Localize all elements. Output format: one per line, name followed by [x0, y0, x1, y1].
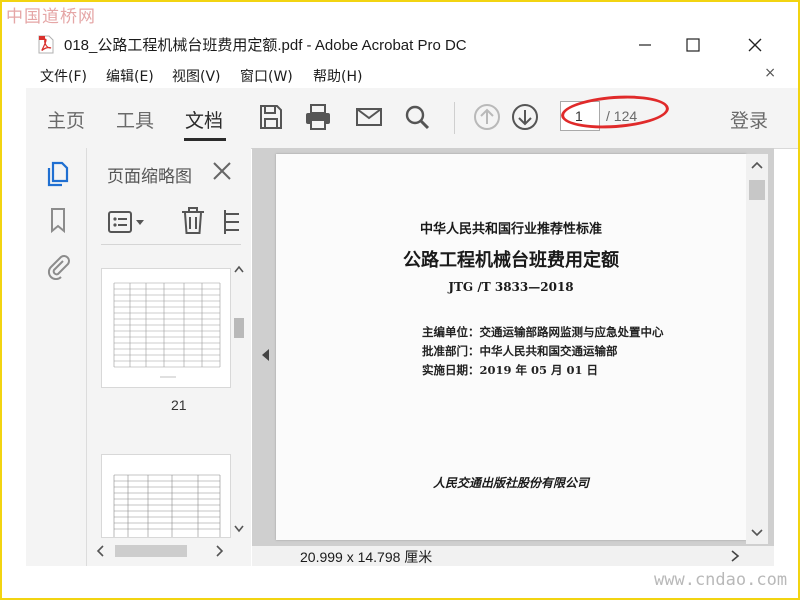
page-tools-icon[interactable] [221, 208, 241, 236]
tab-home[interactable]: 主页 [47, 106, 85, 133]
document-line-editor: 主编单位：交通运输部路网监测与应急处置中心 [422, 325, 664, 339]
close-icon[interactable] [211, 160, 233, 182]
pane-divider [101, 244, 241, 245]
page-thumbnail-22[interactable] [101, 454, 231, 538]
window-title: 018_公路工程机械台班费用定额.pdf - Adobe Acrobat Pro… [64, 37, 467, 54]
page-down-icon[interactable] [510, 102, 540, 132]
title-bar: 018_公路工程机械台班费用定额.pdf - Adobe Acrobat Pro… [26, 28, 800, 62]
options-menu-icon[interactable] [107, 208, 147, 236]
watermark-bottom: www.cndao.com [654, 570, 788, 590]
document-publisher: 人民交通出版社股份有限公司 [432, 476, 589, 490]
tab-document[interactable]: 文档 [185, 106, 223, 133]
delete-icon[interactable] [179, 206, 207, 236]
document-line-approver: 批准部门：中华人民共和国交通运输部 [422, 344, 618, 358]
document-status-bar: 20.999 x 14.798 厘米 [252, 546, 774, 566]
menu-bar: 文件(F) 编辑(E) 视图(V) 窗口(W) 帮助(H) × [26, 62, 800, 88]
minimize-button[interactable] [628, 32, 662, 58]
email-icon[interactable] [354, 102, 384, 132]
page-thumbnails-icon[interactable] [44, 160, 72, 188]
tab-tools[interactable]: 工具 [116, 106, 154, 133]
thumbnail-table-graphic [113, 282, 221, 378]
save-icon[interactable] [256, 102, 286, 132]
maximize-button[interactable] [676, 32, 710, 58]
document-line-date: 实施日期：2019 年 05 月 01 日 [422, 363, 599, 377]
menu-file[interactable]: 文件(F) [40, 66, 87, 86]
menu-view[interactable]: 视图(V) [172, 66, 221, 86]
thumbnail-pane: 页面缩略图 21 [87, 148, 251, 566]
document-vertical-scrollbar[interactable] [746, 154, 768, 544]
thumbnail-page-label: 21 [171, 397, 187, 413]
document-code: JTG /T 3833—2018 [448, 280, 574, 294]
page-size-label: 20.999 x 14.798 厘米 [300, 549, 433, 565]
pdf-file-icon [38, 35, 54, 54]
watermark-top: 中国道桥网 [6, 7, 96, 27]
close-button[interactable] [738, 32, 772, 58]
toolbar-separator [454, 102, 455, 134]
left-navigation-rail [26, 148, 87, 566]
main-toolbar: 主页 工具 文档 1 / 124 登录 [26, 88, 800, 149]
bookmark-icon[interactable] [44, 206, 72, 234]
document-header: 中华人民共和国行业推荐性标准 [419, 222, 602, 237]
page-up-icon[interactable] [472, 102, 502, 132]
menu-window[interactable]: 窗口(W) [240, 66, 293, 86]
pane-vertical-scrollbar[interactable] [230, 262, 248, 538]
collapse-pane-icon[interactable] [260, 348, 270, 362]
active-tab-indicator [184, 138, 226, 141]
thumbnail-table-graphic [113, 474, 221, 537]
login-button[interactable]: 登录 [730, 106, 768, 133]
document-viewport: 中华人民共和国行业推荐性标准 公路工程机械台班费用定额 JTG /T 3833—… [252, 148, 774, 566]
pdf-page: 中华人民共和国行业推荐性标准 公路工程机械台班费用定额 JTG /T 3833—… [276, 154, 746, 540]
print-icon[interactable] [303, 102, 333, 132]
search-icon[interactable] [402, 102, 432, 132]
scroll-right-icon[interactable] [728, 549, 742, 563]
pane-horizontal-scrollbar[interactable] [93, 540, 231, 562]
menu-edit[interactable]: 编辑(E) [106, 66, 154, 86]
page-thumbnail-21[interactable] [101, 268, 231, 388]
pane-title: 页面缩略图 [107, 167, 192, 187]
attachment-icon[interactable] [44, 252, 72, 280]
pane-toolbar [87, 202, 247, 242]
menu-close-icon[interactable]: × [764, 65, 776, 81]
document-title: 公路工程机械台班费用定额 [403, 250, 619, 271]
menu-help[interactable]: 帮助(H) [313, 66, 362, 86]
